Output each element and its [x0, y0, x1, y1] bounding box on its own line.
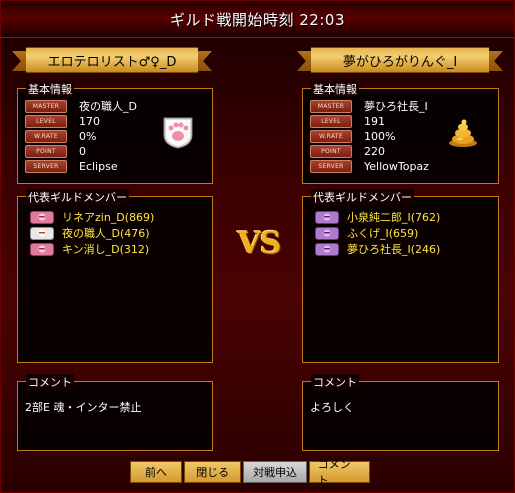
stat-value: 0 — [79, 144, 86, 158]
member-name: ふくげ_I(659) — [347, 227, 419, 240]
stat-value: 191 — [364, 114, 385, 128]
master-badge: MASTER — [310, 99, 352, 113]
list-item[interactable]: 夢ひろ社長_I(246) — [315, 242, 440, 256]
right-comment-panel: コメント よろしく — [302, 374, 499, 451]
stat-row-point: POINT 220 — [310, 144, 385, 158]
left-members-caption: 代表ギルドメンバー — [26, 189, 129, 205]
close-button[interactable]: 閉じる — [183, 461, 242, 483]
stat-value: 220 — [364, 144, 385, 158]
left-comment-panel: コメント 2部E 魂・インター禁止 — [17, 374, 213, 451]
stat-value: 夜の職人_D — [79, 100, 137, 113]
left-guild-banner: エロテロリスト♂♀_D — [12, 44, 212, 74]
purple-character-icon — [315, 226, 339, 240]
member-name: キン消し_D(312) — [62, 243, 150, 256]
point-badge: POINT — [310, 144, 352, 158]
stat-row-master: MASTER 夢ひろ社長_I — [310, 99, 428, 113]
member-name: 小泉純二郎_I(762) — [347, 211, 441, 224]
server-badge: SERVER — [25, 159, 67, 173]
left-members-panel: 代表ギルドメンバー リネアzin_D(869) 夜の職人_D(476) キン消し… — [17, 189, 213, 363]
left-guild-name: エロテロリスト♂♀_D — [26, 47, 198, 73]
purple-character-icon — [315, 210, 339, 224]
vs-label: VS — [237, 225, 282, 261]
left-comment-text: 2部E 魂・インター禁止 — [25, 401, 142, 414]
right-info-caption: 基本情報 — [311, 81, 359, 97]
prev-button[interactable]: 前へ — [130, 461, 182, 483]
list-item[interactable]: 夜の職人_D(476) — [30, 226, 150, 240]
pink-character-icon — [30, 242, 54, 256]
stat-row-server: SERVER YellowTopaz — [310, 159, 429, 173]
pink-character-icon — [30, 210, 54, 224]
purple-character-icon — [315, 242, 339, 256]
bottom-button-bar: 前へ 閉じる 対戦申込 コメント — [130, 458, 370, 487]
stat-value: Eclipse — [79, 159, 118, 173]
right-guild-banner: 夢がひろがりんぐ_I — [297, 44, 503, 74]
right-info-panel: 基本情報 MASTER 夢ひろ社長_I LEVEL 191 W.RATE 100… — [302, 81, 499, 184]
stat-row-point: POINT 0 — [25, 144, 86, 158]
golden-swirl-icon — [449, 119, 477, 147]
right-members-caption: 代表ギルドメンバー — [311, 189, 414, 205]
right-comment-text: よろしく — [310, 401, 354, 414]
list-item[interactable]: ふくげ_I(659) — [315, 226, 418, 240]
member-name: 夢ひろ社長_I(246) — [347, 243, 441, 256]
server-badge: SERVER — [310, 159, 352, 173]
left-info-caption: 基本情報 — [26, 81, 74, 97]
stat-row-level: LEVEL 191 — [310, 114, 385, 128]
wrate-badge: W.RATE — [25, 129, 67, 143]
white-character-icon — [30, 226, 54, 240]
stat-value: YellowTopaz — [364, 159, 429, 173]
stat-row-server: SERVER Eclipse — [25, 159, 118, 173]
point-badge: POINT — [25, 144, 67, 158]
left-info-panel: 基本情報 MASTER 夜の職人_D LEVEL 170 W.RATE 0% P… — [17, 81, 213, 184]
right-members-panel: 代表ギルドメンバー 小泉純二郎_I(762) ふくげ_I(659) 夢ひろ社長_… — [302, 189, 499, 363]
paw-print-icon — [163, 117, 193, 149]
level-badge: LEVEL — [310, 114, 352, 128]
stat-value: 100% — [364, 129, 396, 143]
list-item[interactable]: キン消し_D(312) — [30, 242, 149, 256]
apply-battle-button[interactable]: 対戦申込 — [243, 461, 307, 483]
member-name: リネアzin_D(869) — [62, 211, 155, 224]
right-comment-caption: コメント — [311, 374, 359, 390]
list-item[interactable]: リネアzin_D(869) — [30, 210, 154, 224]
left-comment-caption: コメント — [26, 374, 74, 390]
comment-button[interactable]: コメント — [308, 458, 370, 487]
window-title: ギルド戦開始時刻 22:03 — [1, 1, 514, 38]
stat-row-wrate: W.RATE 0% — [25, 129, 96, 143]
level-badge: LEVEL — [25, 114, 67, 128]
stat-value: 0% — [79, 129, 97, 143]
wrate-badge: W.RATE — [310, 129, 352, 143]
stat-row-wrate: W.RATE 100% — [310, 129, 395, 143]
stat-row-level: LEVEL 170 — [25, 114, 100, 128]
list-item[interactable]: 小泉純二郎_I(762) — [315, 210, 440, 224]
right-guild-name: 夢がひろがりんぐ_I — [311, 47, 489, 73]
master-badge: MASTER — [25, 99, 67, 113]
stat-value: 170 — [79, 114, 100, 128]
stat-value: 夢ひろ社長_I — [364, 100, 428, 113]
member-name: 夜の職人_D(476) — [62, 227, 150, 240]
stat-row-master: MASTER 夜の職人_D — [25, 99, 137, 113]
